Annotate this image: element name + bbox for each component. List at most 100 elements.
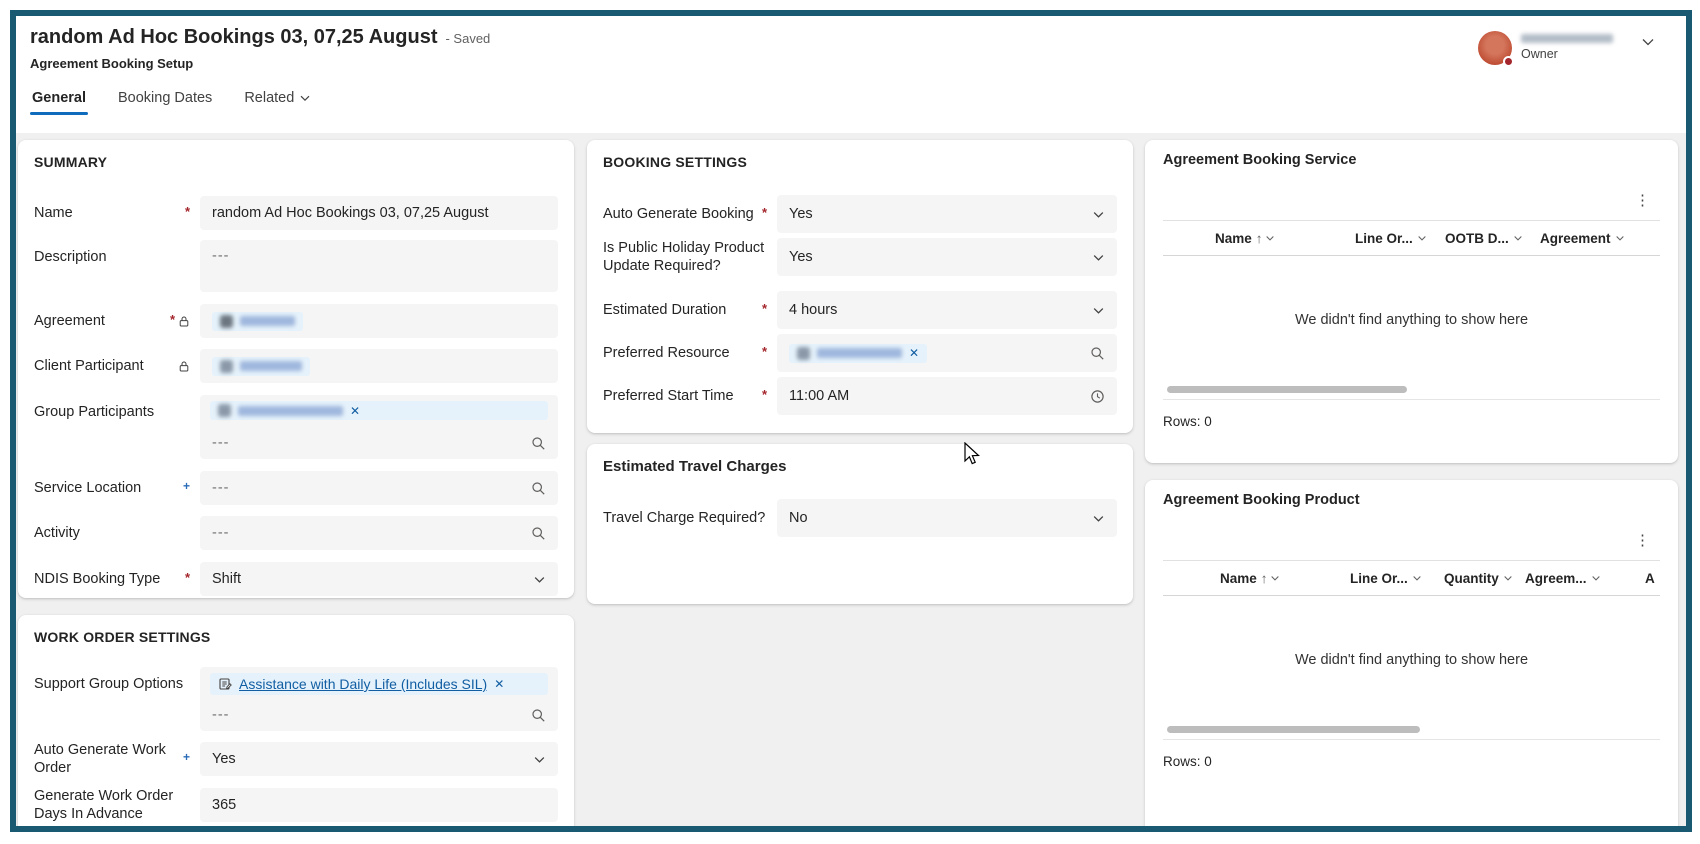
owner-avatar[interactable] bbox=[1478, 31, 1512, 65]
column-header-quantity[interactable]: Quantity bbox=[1444, 571, 1525, 586]
travel-charges-section: Estimated Travel Charges Travel Charge R… bbox=[587, 444, 1133, 604]
contact-icon bbox=[218, 404, 231, 417]
rows-count: Rows: 0 bbox=[1163, 754, 1660, 769]
generate-work-order-days-input[interactable]: 365 bbox=[200, 788, 558, 822]
work-order-settings-section: WORK ORDER SETTINGS Support Group Option… bbox=[18, 615, 574, 832]
header-chevron-down-icon[interactable] bbox=[1640, 34, 1656, 50]
summary-section-title: SUMMARY bbox=[34, 154, 558, 170]
support-group-pill[interactable]: Assistance with Daily Life (Includes SIL… bbox=[210, 673, 548, 695]
contact-icon bbox=[220, 360, 233, 373]
required-icon: * bbox=[762, 206, 767, 219]
group-participants-lookup[interactable]: ✕ --- bbox=[200, 395, 558, 459]
search-icon[interactable] bbox=[531, 708, 546, 723]
support-group-options-lookup[interactable]: Assistance with Daily Life (Includes SIL… bbox=[200, 667, 558, 731]
search-icon[interactable] bbox=[531, 436, 546, 451]
service-grid-header: Name ↑ Line Or... OOTB D... Agreement bbox=[1163, 221, 1660, 255]
description-input[interactable]: --- bbox=[200, 240, 558, 292]
field-preferred-start-time: Preferred Start Time * 11:00 AM bbox=[603, 377, 1117, 415]
client-participant-lookup[interactable] bbox=[200, 349, 558, 383]
tab-related[interactable]: Related bbox=[242, 86, 313, 115]
lock-icon bbox=[178, 315, 190, 328]
required-icon: * bbox=[185, 205, 190, 218]
remove-icon[interactable]: ✕ bbox=[494, 678, 504, 690]
travel-charges-title: Estimated Travel Charges bbox=[603, 458, 1117, 475]
required-icon: * bbox=[762, 345, 767, 358]
field-travel-charge-required: Travel Charge Required? No bbox=[603, 499, 1117, 537]
chevron-down-icon bbox=[1092, 208, 1105, 221]
auto-generate-booking-select[interactable]: Yes bbox=[777, 195, 1117, 233]
travel-charge-required-select[interactable]: No bbox=[777, 499, 1117, 537]
field-service-location: Service Location + --- bbox=[34, 471, 558, 505]
product-grid-header: Name ↑ Line Or... Quantity Agreem... A bbox=[1163, 561, 1660, 595]
column-header-agreement[interactable]: Agreement bbox=[1540, 231, 1660, 246]
preferred-resource-pill[interactable]: ✕ bbox=[789, 344, 927, 363]
column-header-name[interactable]: Name ↑ bbox=[1220, 571, 1350, 586]
column-header-truncated[interactable]: A bbox=[1645, 571, 1660, 586]
column-header-ootb[interactable]: OOTB D... bbox=[1445, 231, 1540, 246]
empty-grid-message: We didn't find anything to show here bbox=[1295, 312, 1528, 328]
estimated-duration-select[interactable]: 4 hours bbox=[777, 291, 1117, 329]
horizontal-scrollbar[interactable] bbox=[1163, 386, 1660, 394]
clock-icon[interactable] bbox=[1090, 389, 1105, 404]
work-order-settings-title: WORK ORDER SETTINGS bbox=[34, 629, 558, 645]
field-estimated-duration: Estimated Duration * 4 hours bbox=[603, 291, 1117, 329]
recommended-icon: + bbox=[183, 751, 190, 763]
ndis-booking-type-select[interactable]: Shift bbox=[200, 562, 558, 596]
owner-widget[interactable]: Owner bbox=[1478, 31, 1613, 65]
field-agreement: Agreement * bbox=[34, 304, 558, 338]
sort-ascending-icon: ↑ bbox=[1261, 571, 1268, 586]
owner-role-label: Owner bbox=[1521, 47, 1613, 61]
chevron-down-icon bbox=[299, 92, 311, 104]
search-icon[interactable] bbox=[1090, 346, 1105, 361]
divider bbox=[1163, 399, 1660, 400]
more-options-icon[interactable]: ⋮ bbox=[1629, 531, 1656, 550]
field-auto-generate-work-order: Auto Generate Work Order + Yes bbox=[34, 741, 558, 777]
product-subgrid-title: Agreement Booking Product bbox=[1163, 492, 1660, 508]
preferred-resource-lookup[interactable]: ✕ bbox=[777, 334, 1117, 372]
column-header-line-order[interactable]: Line Or... bbox=[1350, 571, 1444, 586]
field-ndis-booking-type: NDIS Booking Type * Shift bbox=[34, 562, 558, 596]
agreement-booking-product-subgrid: Agreement Booking Product ⋮ Name ↑ Line … bbox=[1145, 480, 1678, 832]
public-holiday-select[interactable]: Yes bbox=[777, 238, 1117, 276]
remove-icon[interactable]: ✕ bbox=[350, 405, 360, 417]
tab-booking-dates[interactable]: Booking Dates bbox=[116, 86, 214, 115]
more-options-icon[interactable]: ⋮ bbox=[1629, 191, 1656, 210]
resource-icon bbox=[797, 347, 810, 360]
booking-settings-title: BOOKING SETTINGS bbox=[603, 154, 1117, 170]
chevron-down-icon bbox=[533, 753, 546, 766]
preferred-start-time-input[interactable]: 11:00 AM bbox=[777, 377, 1117, 415]
field-generate-work-order-days: Generate Work Order Days In Advance 365 bbox=[34, 787, 558, 823]
field-client-participant: Client Participant bbox=[34, 349, 558, 383]
remove-icon[interactable]: ✕ bbox=[909, 347, 919, 359]
field-auto-generate-booking: Auto Generate Booking * Yes bbox=[603, 195, 1117, 233]
name-input[interactable]: random Ad Hoc Bookings 03, 07,25 August bbox=[200, 196, 558, 230]
required-icon: * bbox=[185, 571, 190, 584]
summary-section: SUMMARY Name * random Ad Hoc Bookings 03… bbox=[18, 140, 574, 598]
group-participant-pill[interactable]: ✕ bbox=[210, 401, 548, 420]
column-header-agreement[interactable]: Agreem... bbox=[1525, 571, 1645, 586]
tab-general[interactable]: General bbox=[30, 86, 88, 115]
search-icon[interactable] bbox=[531, 481, 546, 496]
lock-icon bbox=[178, 360, 190, 373]
booking-settings-section: BOOKING SETTINGS Auto Generate Booking *… bbox=[587, 140, 1133, 433]
client-participant-value-redacted[interactable] bbox=[212, 357, 310, 376]
horizontal-scrollbar[interactable] bbox=[1163, 726, 1660, 734]
activity-lookup[interactable]: --- bbox=[200, 516, 558, 550]
column-header-name[interactable]: Name ↑ bbox=[1215, 231, 1355, 246]
service-subgrid-title: Agreement Booking Service bbox=[1163, 152, 1660, 168]
service-location-lookup[interactable]: --- bbox=[200, 471, 558, 505]
field-name: Name * random Ad Hoc Bookings 03, 07,25 … bbox=[34, 196, 558, 230]
auto-generate-work-order-select[interactable]: Yes bbox=[200, 742, 558, 776]
field-group-participants: Group Participants ✕ --- bbox=[34, 395, 558, 459]
agreement-lookup[interactable] bbox=[200, 304, 558, 338]
search-icon[interactable] bbox=[531, 526, 546, 541]
presence-badge bbox=[1503, 56, 1514, 67]
required-icon: * bbox=[762, 388, 767, 401]
scrollbar-thumb[interactable] bbox=[1167, 386, 1407, 393]
agreement-value-redacted[interactable] bbox=[212, 312, 303, 331]
scrollbar-thumb[interactable] bbox=[1167, 726, 1420, 733]
field-public-holiday: Is Public Holiday Product Update Require… bbox=[603, 238, 1117, 276]
support-group-link[interactable]: Assistance with Daily Life (Includes SIL… bbox=[239, 676, 487, 692]
column-header-line-order[interactable]: Line Or... bbox=[1355, 231, 1445, 246]
field-description: Description --- bbox=[34, 240, 558, 292]
